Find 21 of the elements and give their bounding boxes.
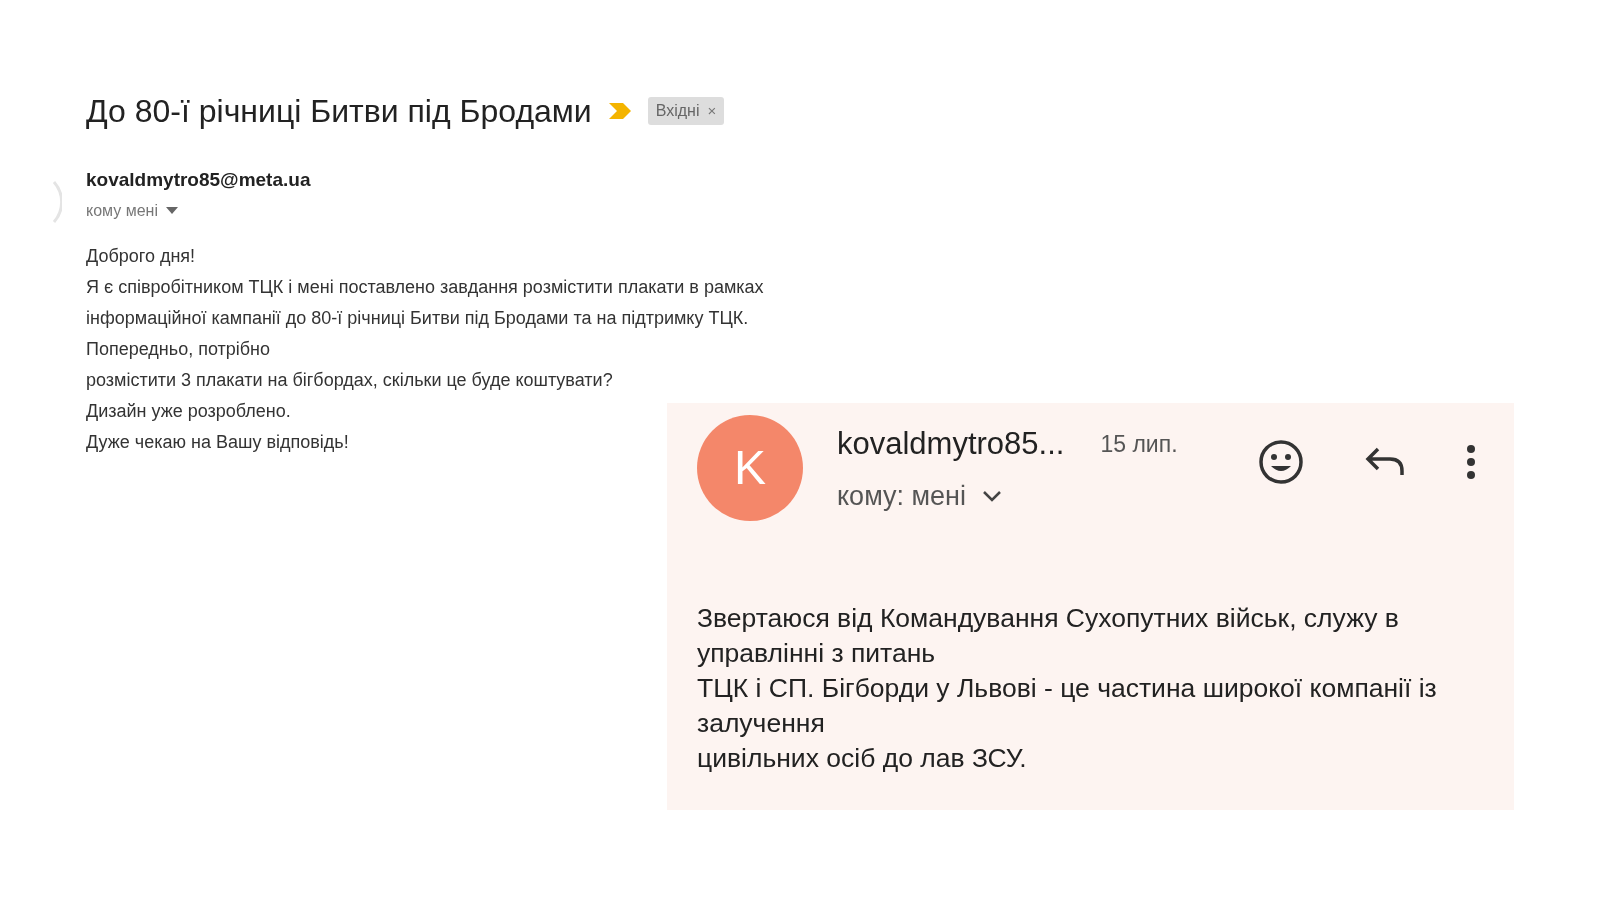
- chevron-down-icon[interactable]: [982, 489, 1002, 502]
- body-text: цивільних осіб до лав ЗСУ.: [697, 742, 1028, 775]
- body-text: Звертаюся від Командування Сухопутних військ, служу в управлінні з питань: [697, 602, 1400, 670]
- sender-email: kovaldmytro85@meta.ua: [86, 168, 312, 193]
- body-text: Дуже чекаю на Вашу відповідь!: [86, 430, 350, 454]
- recipient-text: кому мені: [86, 200, 158, 221]
- recipient-text: кому: мені: [837, 479, 966, 513]
- more-options-icon[interactable]: [1466, 444, 1476, 480]
- remove-label-button[interactable]: ×: [707, 99, 717, 123]
- body-text: Доброго дня!: [86, 244, 197, 268]
- sender-avatar: K: [697, 415, 803, 521]
- body-text: розмістити 3 плакати на бігбордах, скільки це буде коштувати?: [86, 368, 614, 392]
- avatar-edge-icon: [52, 180, 62, 224]
- email-date: 15 лип.: [1100, 430, 1178, 459]
- sender-name: kovaldmytro85...: [837, 425, 1065, 463]
- label-text: Вхідні: [655, 101, 700, 122]
- importance-marker-icon[interactable]: [607, 102, 632, 121]
- body-text: Дизайн уже розроблено.: [86, 399, 292, 423]
- dropdown-caret-icon[interactable]: [166, 206, 178, 215]
- emoji-icon[interactable]: [1258, 439, 1304, 485]
- email-subject: До 80-ї річниці Битви під Бродами: [86, 92, 592, 131]
